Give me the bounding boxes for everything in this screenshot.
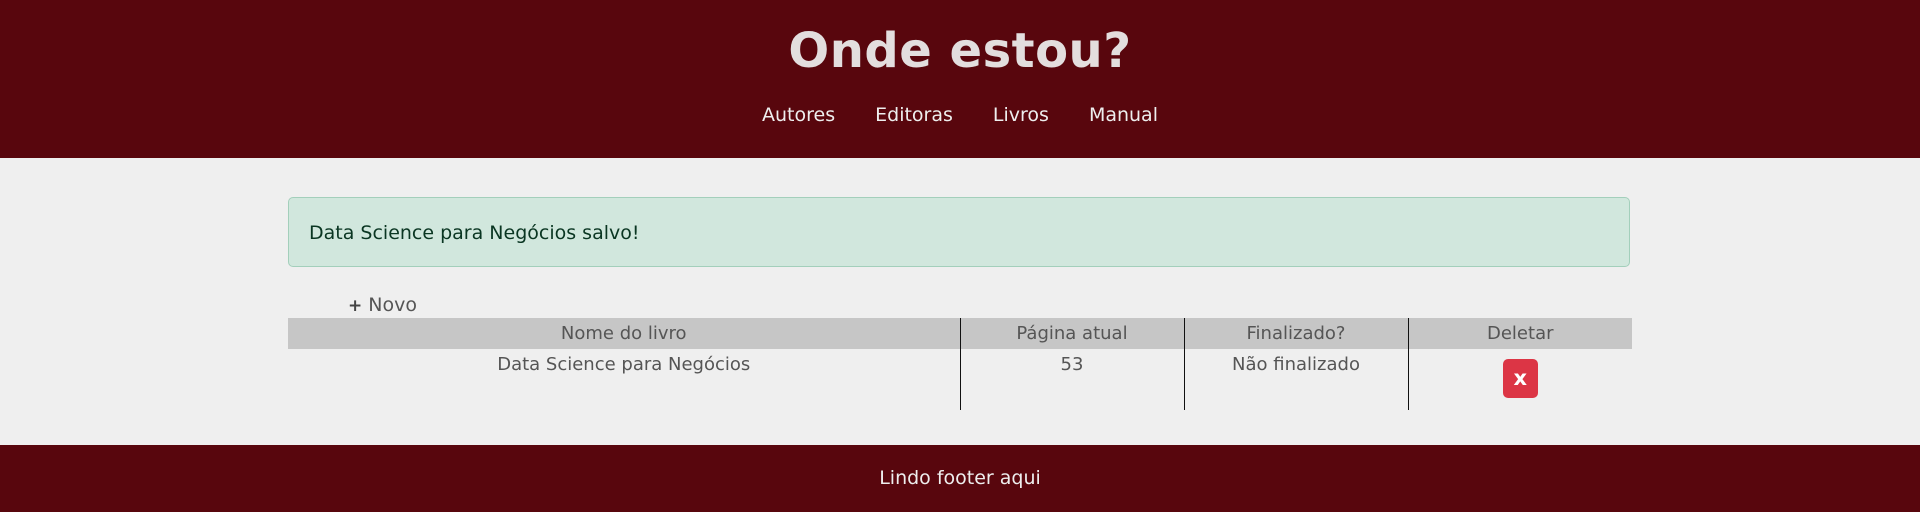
main-nav: Autores Editoras Livros Manual bbox=[0, 101, 1920, 129]
delete-cell: x bbox=[1407, 349, 1632, 410]
delete-button[interactable]: x bbox=[1502, 359, 1538, 398]
success-alert: Data Science para Negócios salvo! bbox=[288, 197, 1630, 267]
book-name-cell: Data Science para Negócios bbox=[497, 354, 751, 375]
new-book-button[interactable]: + Novo bbox=[348, 292, 417, 319]
books-table: Nome do livro Página atual Finalizado? D… bbox=[288, 318, 1632, 410]
site-header: Onde estou? Autores Editoras Livros Manu… bbox=[0, 0, 1920, 158]
plus-icon: + bbox=[348, 296, 363, 316]
site-title: Onde estou? bbox=[788, 23, 1132, 79]
new-book-label: Novo bbox=[368, 294, 417, 316]
column-header-delete: Deletar bbox=[1407, 318, 1632, 349]
site-footer: Lindo footer aqui bbox=[0, 445, 1920, 512]
table-row: Data Science para Negócios 53 Não finali… bbox=[288, 349, 1632, 410]
table-header-row: Nome do livro Página atual Finalizado? D… bbox=[288, 318, 1632, 349]
finished-status-cell: Não finalizado bbox=[1183, 349, 1408, 410]
column-header-name: Nome do livro bbox=[288, 318, 960, 349]
nav-link-editoras[interactable]: Editoras bbox=[875, 101, 953, 129]
current-page-cell: 53 bbox=[959, 349, 1184, 410]
column-header-finished: Finalizado? bbox=[1183, 318, 1408, 349]
nav-link-autores[interactable]: Autores bbox=[762, 101, 835, 129]
nav-link-livros[interactable]: Livros bbox=[993, 101, 1049, 129]
column-header-page: Página atual bbox=[959, 318, 1184, 349]
nav-link-manual[interactable]: Manual bbox=[1089, 101, 1158, 129]
